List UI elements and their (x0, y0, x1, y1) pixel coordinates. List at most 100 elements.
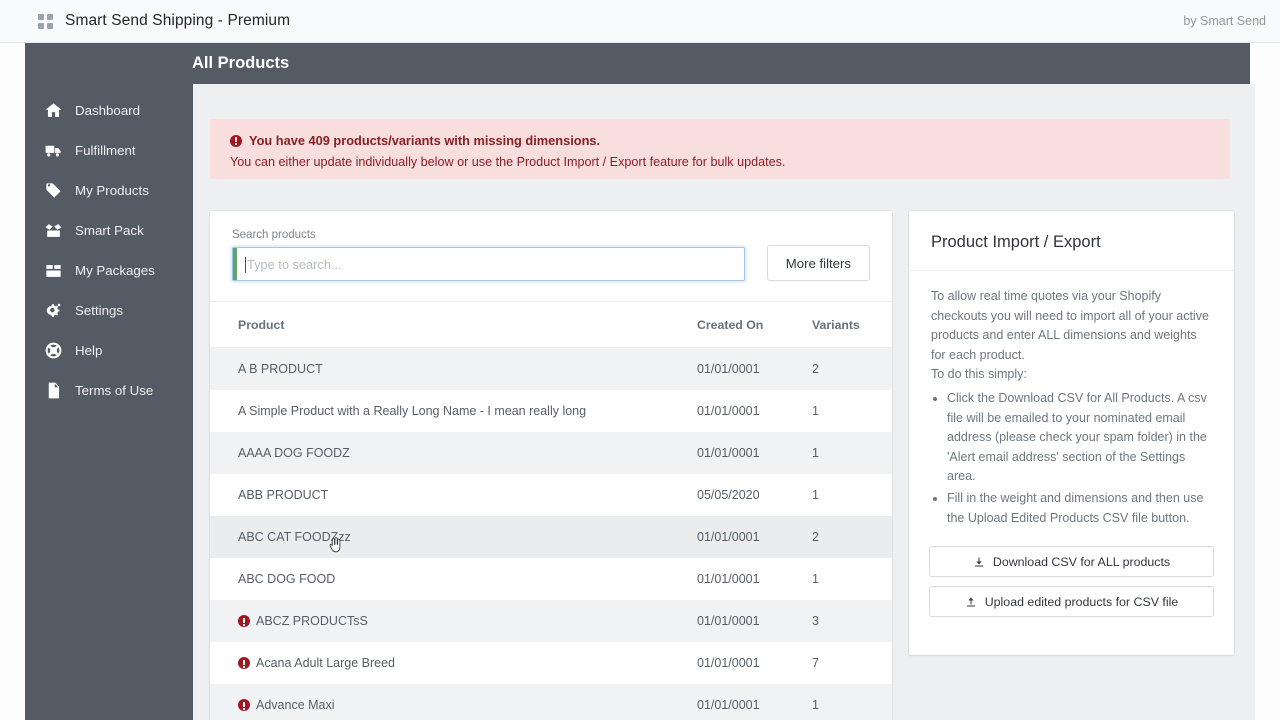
sidebar-item-help[interactable]: Help (25, 330, 193, 370)
cell-created-on: 01/01/0001 (697, 516, 812, 558)
truck-icon (43, 140, 63, 160)
content-area: You have 409 products/variants with miss… (193, 84, 1255, 720)
panel-header: Product Import / Export (909, 211, 1234, 271)
cell-product: Advance Maxi (210, 684, 697, 720)
product-name: AAAA DOG FOODZ (238, 446, 350, 460)
app-bar: Smart Send Shipping - Premium by Smart S… (0, 0, 1280, 43)
panel-actions: Download CSV for ALL products Upload edi… (909, 528, 1234, 617)
cell-product: ABC DOG FOOD (210, 558, 697, 600)
panel-instruction-item: Fill in the weight and dimensions and th… (947, 489, 1212, 528)
product-name: ABCZ PRODUCTsS (256, 614, 368, 628)
sidebar: Dashboard Fulfillment My Products Smart … (25, 43, 193, 720)
upload-csv-button[interactable]: Upload edited products for CSV file (929, 586, 1214, 617)
product-name: Advance Maxi (256, 698, 335, 712)
product-name: ABB PRODUCT (238, 488, 328, 502)
cell-variants: 2 (812, 516, 892, 558)
table-row[interactable]: A Simple Product with a Really Long Name… (210, 390, 892, 432)
cell-product: AAAA DOG FOODZ (210, 432, 697, 474)
error-icon (238, 657, 250, 669)
column-header-product[interactable]: Product (210, 302, 697, 348)
table-row[interactable]: AAAA DOG FOODZ01/01/00011 (210, 432, 892, 474)
alert-subtext: You can either update individually below… (230, 155, 1230, 169)
download-csv-button[interactable]: Download CSV for ALL products (929, 546, 1214, 577)
open-box-icon (43, 220, 63, 240)
table-row[interactable]: ABC CAT FOODZzz01/01/00012 (210, 516, 892, 558)
download-csv-label: Download CSV for ALL products (993, 555, 1170, 569)
product-name-wrap: Advance Maxi (238, 698, 697, 712)
upload-icon (965, 596, 977, 608)
search-box[interactable] (232, 247, 745, 281)
product-name-wrap: ABB PRODUCT (238, 488, 697, 502)
cell-variants: 2 (812, 348, 892, 391)
page-title: All Products (192, 54, 289, 73)
sidebar-item-dashboard[interactable]: Dashboard (25, 90, 193, 130)
cell-product: ABCZ PRODUCTsS (210, 600, 697, 642)
panel-instruction-item: Click the Download CSV for All Products.… (947, 389, 1212, 487)
home-icon (43, 100, 63, 120)
sidebar-item-label: Fulfillment (75, 143, 136, 158)
tag-icon (43, 180, 63, 200)
products-table-head: Product Created On Variants (210, 302, 892, 348)
panel-paragraph-1: To allow real time quotes via your Shopi… (931, 287, 1212, 365)
table-row[interactable]: Acana Adult Large Breed01/01/00017 (210, 642, 892, 684)
error-icon (230, 135, 242, 147)
sidebar-item-my-packages[interactable]: My Packages (25, 250, 193, 290)
sidebar-item-my-products[interactable]: My Products (25, 170, 193, 210)
upload-csv-label: Upload edited products for CSV file (985, 595, 1179, 609)
products-card: Search products More filters Product Cre… (210, 211, 892, 720)
cell-variants: 3 (812, 600, 892, 642)
table-row[interactable]: ABC DOG FOOD01/01/00011 (210, 558, 892, 600)
right-gutter (1255, 43, 1280, 720)
product-name-wrap: ABCZ PRODUCTsS (238, 614, 697, 628)
sidebar-item-smart-pack[interactable]: Smart Pack (25, 210, 193, 250)
cell-created-on: 01/01/0001 (697, 390, 812, 432)
cell-variants: 1 (812, 558, 892, 600)
panel-paragraph-2: To do this simply: (931, 365, 1212, 385)
sidebar-item-settings[interactable]: Settings (25, 290, 193, 330)
grid-icon (38, 14, 53, 29)
table-row[interactable]: Advance Maxi01/01/00011 (210, 684, 892, 720)
column-header-created-on[interactable]: Created On (697, 302, 812, 348)
sidebar-item-fulfillment[interactable]: Fulfillment (25, 130, 193, 170)
product-name-wrap: ABC DOG FOOD (238, 572, 697, 586)
document-icon (43, 380, 63, 400)
cell-variants: 1 (812, 474, 892, 516)
sidebar-item-label: My Packages (75, 263, 155, 278)
table-row[interactable]: ABB PRODUCT 05/05/20201 (210, 474, 892, 516)
column-header-variants[interactable]: Variants (812, 302, 892, 348)
product-name: A Simple Product with a Really Long Name… (238, 404, 586, 418)
sidebar-item-label: My Products (75, 183, 149, 198)
table-header-row: Product Created On Variants (210, 302, 892, 348)
error-icon (238, 615, 250, 627)
alert-headline: You have 409 products/variants with miss… (249, 133, 600, 148)
product-name-wrap: A B PRODUCT (238, 362, 697, 376)
sidebar-item-label: Smart Pack (75, 223, 144, 238)
sidebar-item-label: Help (75, 343, 102, 358)
table-row[interactable]: ABCZ PRODUCTsS01/01/00013 (210, 600, 892, 642)
product-name: A B PRODUCT (238, 362, 323, 376)
sidebar-item-label: Dashboard (75, 103, 140, 118)
cell-product: ABB PRODUCT (210, 474, 697, 516)
cell-product: A B PRODUCT (210, 348, 697, 391)
product-name-wrap: Acana Adult Large Breed (238, 656, 697, 670)
table-row[interactable]: A B PRODUCT 01/01/00012 (210, 348, 892, 391)
product-name-wrap: AAAA DOG FOODZ (238, 446, 697, 460)
product-name-wrap: A Simple Product with a Really Long Name… (238, 404, 697, 418)
cell-product: A Simple Product with a Really Long Name… (210, 390, 697, 432)
search-input[interactable] (233, 257, 744, 272)
sidebar-nav: Dashboard Fulfillment My Products Smart … (25, 90, 193, 410)
cell-product: Acana Adult Large Breed (210, 642, 697, 684)
more-filters-button[interactable]: More filters (767, 245, 870, 281)
app-attribution: by Smart Send (1183, 14, 1266, 28)
product-name: ABC DOG FOOD (238, 572, 335, 586)
cell-created-on: 05/05/2020 (697, 474, 812, 516)
download-icon (973, 556, 985, 568)
cell-created-on: 01/01/0001 (697, 348, 812, 391)
sidebar-item-terms-of-use[interactable]: Terms of Use (25, 370, 193, 410)
error-icon (238, 699, 250, 711)
products-table-body: A B PRODUCT01/01/00012A Simple Product w… (210, 348, 892, 720)
alert-headline-row: You have 409 products/variants with miss… (230, 133, 1230, 148)
left-gutter (0, 43, 25, 720)
page-header: All Products (193, 43, 1250, 84)
panel-title: Product Import / Export (931, 233, 1212, 252)
